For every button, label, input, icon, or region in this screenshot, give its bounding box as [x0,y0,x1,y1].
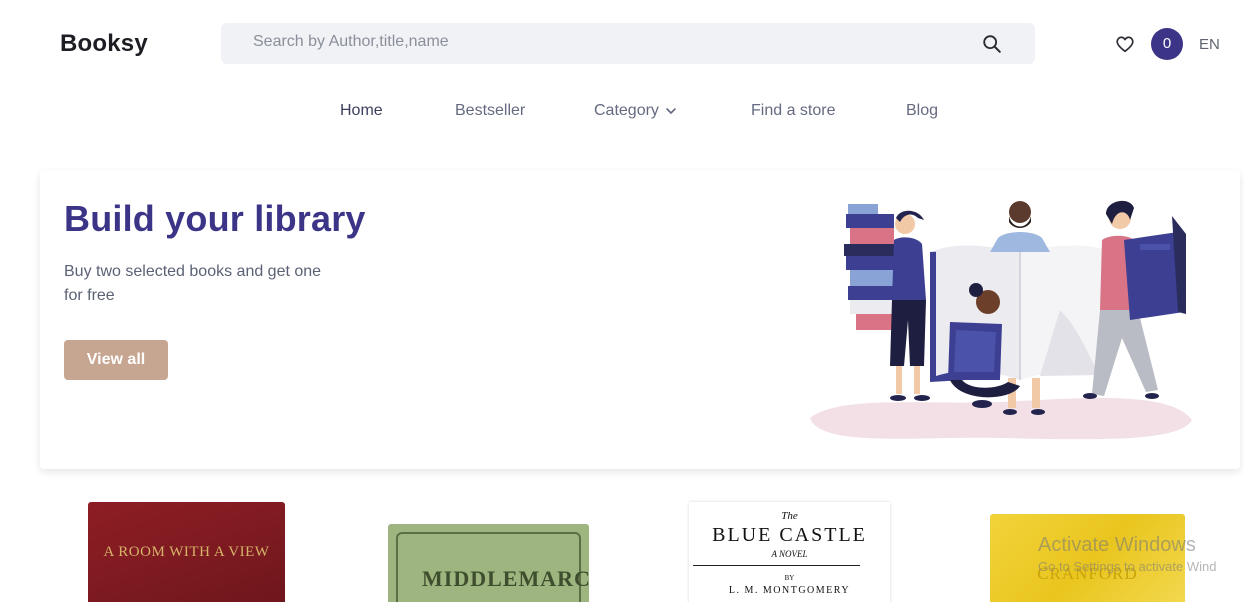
book-card[interactable]: MIDDLEMARCH [388,524,589,602]
hero-subtitle: Buy two selected books and get one for f… [64,263,322,304]
watermark-title: Activate Windows [1038,534,1196,556]
search-icon[interactable] [981,33,1003,55]
view-all-button[interactable]: View all [64,340,168,380]
heart-icon[interactable] [1114,33,1136,55]
book-title: BLUE CASTLE [712,524,867,546]
book-subtitle: A NOVEL [771,549,808,559]
hero-title: Build your library [64,198,366,239]
watermark-subtitle: Go to Settings to activate Wind [1038,559,1217,574]
search-input[interactable] [253,33,953,51]
language-selector[interactable]: EN [1199,36,1220,53]
main-nav: Home Bestseller Category Find a store Bl… [0,102,1244,126]
nav-blog[interactable]: Blog [906,102,938,120]
search-bar[interactable] [221,23,1035,64]
nav-category-label: Category [594,102,659,119]
hero-banner: Build your library Buy two selected book… [40,170,1240,469]
nav-home[interactable]: Home [340,102,383,120]
book-by: BY [784,574,795,582]
book-title: A ROOM WITH A VIEW [103,544,270,560]
logo[interactable]: Booksy [60,30,148,58]
chevron-down-icon [666,107,677,114]
book-card[interactable]: The BLUE CASTLE A NOVEL BY L. M. MONTGOM… [689,502,890,602]
book-author: L. M. MONTGOMERY [728,585,851,596]
cart-count-badge[interactable]: 0 [1151,28,1183,60]
nav-bestseller[interactable]: Bestseller [455,102,525,120]
header: Booksy 0 EN [0,0,1244,90]
book-card[interactable]: A ROOM WITH A VIEW [88,502,285,602]
book-title-prefix: The [781,510,798,522]
activation-watermark: Activate Windows Go to Settings to activ… [1038,534,1244,574]
divider [693,565,860,566]
reading-people-illustration [810,200,1192,440]
book-title: MIDDLEMARCH [422,566,589,591]
nav-find-store[interactable]: Find a store [751,102,835,120]
nav-category[interactable]: Category [594,102,677,120]
